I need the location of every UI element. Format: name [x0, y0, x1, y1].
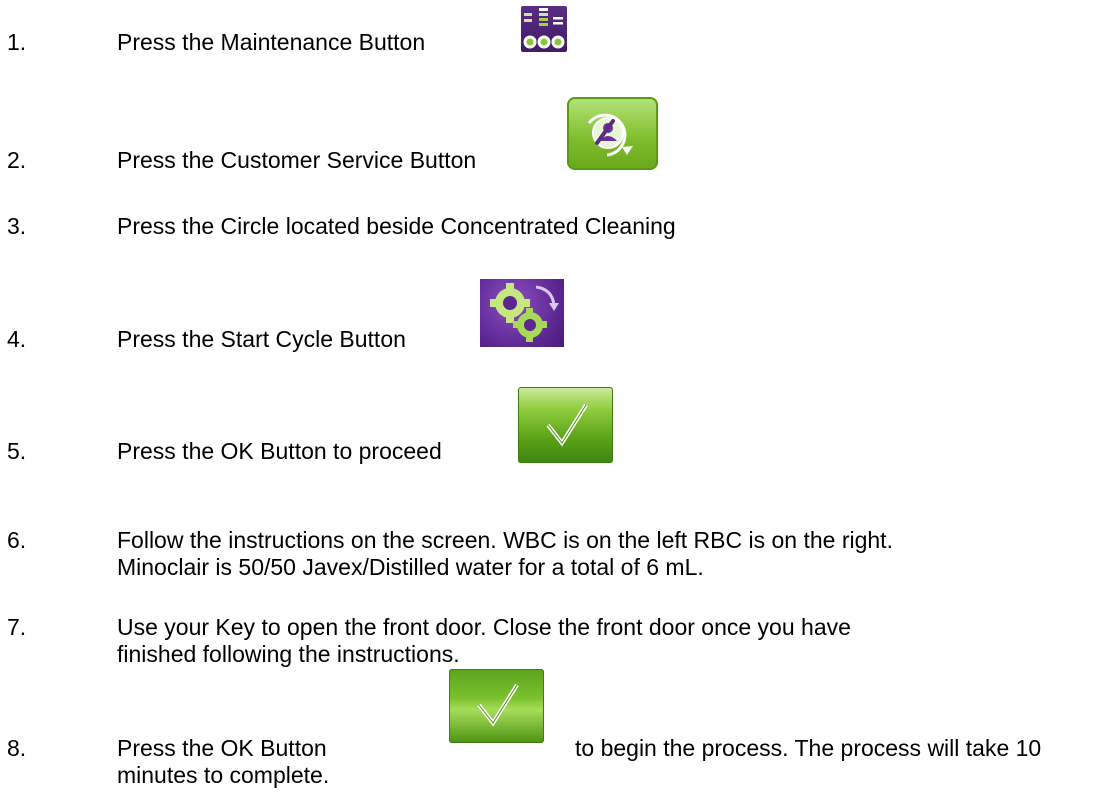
step-text-line-2: minutes to complete.: [117, 762, 330, 788]
ok-button-icon: [518, 387, 613, 463]
step-text: Press the Start Cycle Button: [117, 326, 406, 352]
step-number: 6.: [7, 527, 27, 553]
checkmark-icon: [546, 403, 588, 447]
step-text: Press the Maintenance Button: [117, 29, 426, 55]
step-text-after: to begin the process. The process will t…: [575, 735, 1042, 761]
step-text-line-2: Minoclair is 50/50 Javex/Distilled water…: [117, 554, 704, 580]
step-text-line-1: Follow the instructions on the screen. W…: [117, 527, 893, 553]
maintenance-icon: [521, 6, 567, 52]
step-number: 2.: [7, 147, 27, 173]
step-number: 8.: [7, 735, 27, 761]
step-text-line-1: Use your Key to open the front door. Clo…: [117, 614, 851, 640]
step-number: 5.: [7, 438, 27, 464]
step-number: 7.: [7, 614, 27, 640]
step-number: 1.: [7, 29, 27, 55]
start-cycle-icon: [480, 279, 564, 347]
step-text: Press the OK Button to proceed: [117, 438, 442, 464]
step-text-line-2: finished following the instructions.: [117, 641, 460, 667]
customer-service-icon: [567, 97, 658, 170]
step-text: Press the Customer Service Button: [117, 147, 477, 173]
ok-button-icon: [449, 669, 544, 743]
step-number: 3.: [7, 213, 27, 239]
step-text-before: Press the OK Button: [117, 735, 327, 761]
step-number: 4.: [7, 326, 27, 352]
checkmark-icon: [477, 683, 519, 727]
step-text: Press the Circle located beside Concentr…: [117, 213, 676, 239]
